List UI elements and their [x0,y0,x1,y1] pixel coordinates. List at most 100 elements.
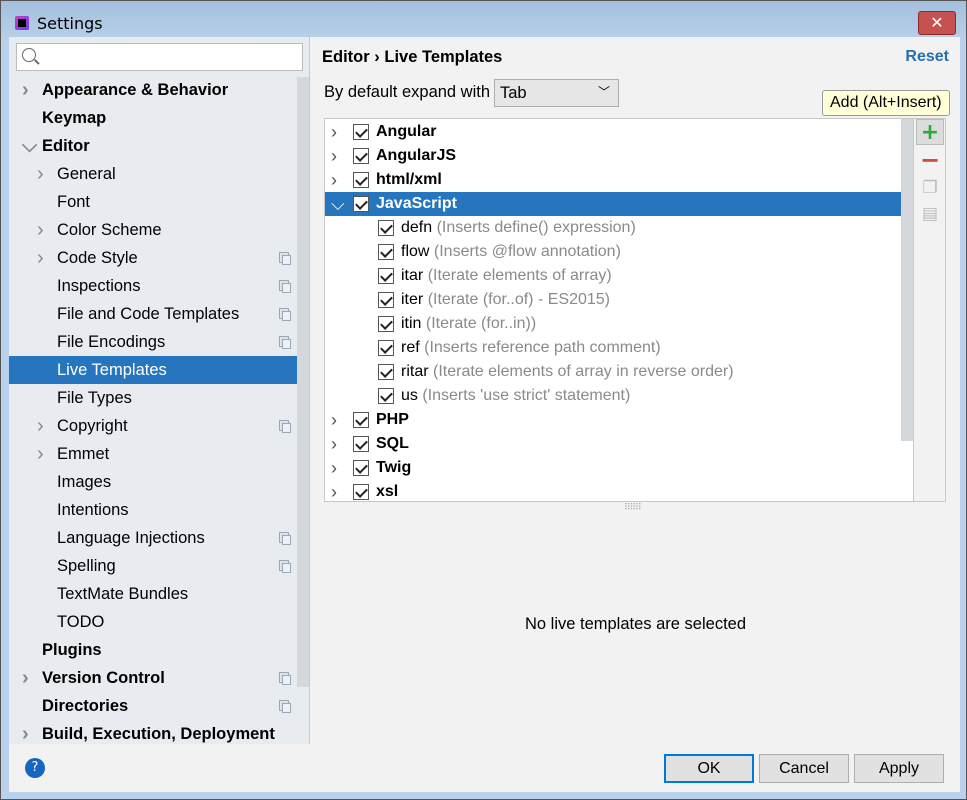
sidebar-item[interactable]: Spelling [9,552,309,580]
enabled-checkbox[interactable] [353,172,369,188]
enabled-checkbox[interactable] [353,196,369,212]
chevron-right-icon[interactable]: › [331,408,337,432]
splitter-handle[interactable]: ⠿⠿⠿ [624,503,642,513]
template-row[interactable]: itin (Iterate (for..in)) [325,312,901,336]
sidebar-item-label: File Encodings [57,333,166,351]
chevron-right-icon[interactable]: › [22,720,29,744]
remove-icon[interactable]: − [916,147,944,173]
template-row[interactable]: iter (Iterate (for..of) - ES2015) [325,288,901,312]
sidebar-item[interactable]: TODO [9,608,309,636]
template-row[interactable]: us (Inserts 'use strict' statement) [325,384,901,408]
template-group-row[interactable]: › SQL [325,432,901,456]
enabled-checkbox[interactable] [378,292,394,308]
expand-with-select[interactable]: Tab ﹀ [494,79,619,107]
sidebar-item[interactable]: Keymap [9,104,309,132]
enabled-checkbox[interactable] [378,364,394,380]
apply-button[interactable]: Apply [854,754,944,783]
chevron-right-icon[interactable]: › [331,432,337,456]
sidebar-item[interactable]: › Copyright [9,412,309,440]
chevron-right-icon[interactable]: › [37,160,44,188]
sidebar-item[interactable]: Language Injections [9,524,309,552]
sidebar-item[interactable]: › Version Control [9,664,309,692]
template-label: itar (Iterate elements of array) [401,264,612,288]
sidebar-item[interactable]: › Emmet [9,440,309,468]
enabled-checkbox[interactable] [378,220,394,236]
enabled-checkbox[interactable] [353,436,369,452]
sidebar-item[interactable]: › Color Scheme [9,216,309,244]
enabled-checkbox[interactable] [378,316,394,332]
sidebar-item[interactable]: Font [9,188,309,216]
copy-icon[interactable]: ❐ [916,175,944,201]
enabled-checkbox[interactable] [378,244,394,260]
chevron-right-icon[interactable]: › [331,120,337,144]
chevron-right-icon[interactable]: › [331,480,337,501]
enabled-checkbox[interactable] [353,460,369,476]
chevron-right-icon[interactable]: › [37,216,44,244]
template-name: html/xml [376,171,442,188]
help-button[interactable]: ? [25,758,45,778]
sidebar-item[interactable]: TextMate Bundles [9,580,309,608]
search-input[interactable] [16,43,303,71]
window-title: Settings [37,13,103,33]
sidebar-item[interactable]: › Code Style [9,244,309,272]
enabled-checkbox[interactable] [353,484,369,500]
template-group-row[interactable]: › PHP [325,408,901,432]
ok-button[interactable]: OK [664,754,754,783]
enabled-checkbox[interactable] [378,388,394,404]
edit-icon[interactable]: ▤ [916,201,944,227]
enabled-checkbox[interactable] [378,340,394,356]
template-group-row[interactable]: ⌵ JavaScript [325,192,901,216]
chevron-right-icon[interactable]: › [22,76,29,104]
chevron-right-icon[interactable]: › [37,412,44,440]
add-icon[interactable]: + [916,119,944,145]
sidebar-item[interactable]: Images [9,468,309,496]
template-label: AngularJS [376,144,456,168]
sidebar-item[interactable]: Inspections [9,272,309,300]
chevron-right-icon[interactable]: › [37,440,44,468]
sidebar-scrollbar[interactable] [297,77,309,687]
cancel-button[interactable]: Cancel [759,754,849,783]
sidebar-item[interactable]: Directories [9,692,309,720]
sidebar-item[interactable]: › General [9,160,309,188]
sidebar-item[interactable]: Live Templates [9,356,309,384]
sidebar-item[interactable]: File Types [9,384,309,412]
sidebar-item[interactable]: Plugins [9,636,309,664]
sidebar-item[interactable]: ⌵ Editor [9,132,309,160]
enabled-checkbox[interactable] [353,124,369,140]
chevron-right-icon[interactable]: › [331,168,337,192]
chevron-down-icon[interactable]: ⌵ [331,192,345,216]
sidebar-item[interactable]: File Encodings [9,328,309,356]
reset-link[interactable]: Reset [905,48,949,66]
chevron-right-icon[interactable]: › [331,456,337,480]
chevron-right-icon[interactable]: › [37,244,44,272]
template-row[interactable]: ref (Inserts reference path comment) [325,336,901,360]
sidebar-item-label: TextMate Bundles [57,585,189,603]
template-label: flow (Inserts @flow annotation) [401,240,621,264]
close-button[interactable]: ✕ [918,11,956,35]
template-group-row[interactable]: › Angular [325,120,901,144]
enabled-checkbox[interactable] [378,268,394,284]
template-group-row[interactable]: › html/xml [325,168,901,192]
template-group-row[interactable]: › Twig [325,456,901,480]
sidebar-item-label: Directories [42,697,129,715]
template-row[interactable]: flow (Inserts @flow annotation) [325,240,901,264]
sidebar-item[interactable]: File and Code Templates [9,300,309,328]
template-description: (Iterate (for..of) - ES2015) [427,291,610,308]
chevron-right-icon[interactable]: › [22,664,29,692]
enabled-checkbox[interactable] [353,412,369,428]
enabled-checkbox[interactable] [353,148,369,164]
template-name: xsl [376,483,399,500]
sidebar-item[interactable]: Intentions [9,496,309,524]
template-label: Twig [376,456,411,480]
chevron-right-icon[interactable]: › [331,144,337,168]
sidebar-item[interactable]: › Appearance & Behavior [9,76,309,104]
template-group-row[interactable]: › xsl [325,480,901,501]
template-name: us [401,387,418,404]
template-row[interactable]: itar (Iterate elements of array) [325,264,901,288]
template-row[interactable]: ritar (Iterate elements of array in reve… [325,360,901,384]
template-row[interactable]: defn (Inserts define() expression) [325,216,901,240]
template-group-row[interactable]: › AngularJS [325,144,901,168]
chevron-down-icon[interactable]: ⌵ [22,132,37,160]
tree-scrollbar[interactable] [901,119,913,441]
sidebar-item[interactable]: › Build, Execution, Deployment [9,720,309,744]
